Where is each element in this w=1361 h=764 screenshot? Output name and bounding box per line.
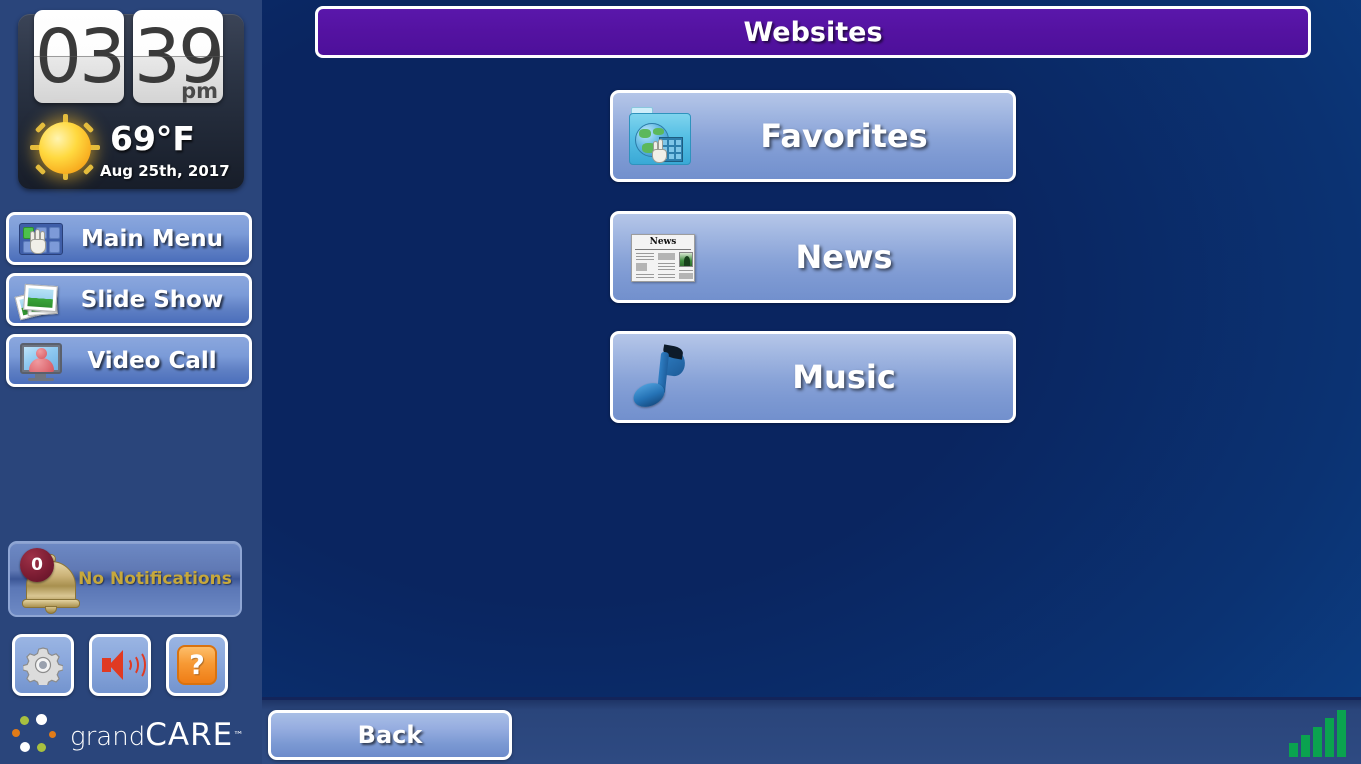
photos-icon: [14, 281, 67, 320]
news-button[interactable]: News News: [610, 211, 1016, 303]
clock-hours-card: 03: [34, 10, 124, 103]
settings-button[interactable]: [12, 634, 74, 696]
folder-globe-icon: [619, 101, 699, 171]
page-title-label: Websites: [743, 16, 883, 48]
sidebar-item-video-call[interactable]: Video Call: [6, 334, 252, 387]
temperature-reading: 69°F: [110, 119, 195, 158]
music-button[interactable]: Music: [610, 331, 1016, 423]
sidebar-item-slide-show[interactable]: Slide Show: [6, 273, 252, 326]
monitor-person-icon: [15, 342, 67, 381]
music-note-icon: [619, 342, 699, 412]
clock-minutes-card: 39 pm: [133, 10, 223, 103]
logo-trademark: ™: [233, 730, 244, 742]
grandcare-logo: grandCARE™: [12, 712, 243, 758]
sun-icon: [30, 114, 102, 180]
clock-hours: 03: [34, 13, 124, 100]
news-button-label: News: [795, 238, 893, 276]
music-button-label: Music: [792, 358, 896, 396]
clock-weather-widget[interactable]: 03 39 pm 69°F Aug 25th, 2017: [18, 10, 244, 189]
grandcare-tablet-screen: 03 39 pm 69°F Aug 25th, 2017 Main Menu S…: [0, 0, 1361, 764]
gear-icon: [23, 647, 63, 685]
favorites-button[interactable]: Favorites: [610, 90, 1016, 182]
logo-wordmark: grandCARE™: [70, 717, 243, 753]
question-mark-icon: ?: [177, 645, 217, 685]
volume-button[interactable]: [89, 634, 151, 696]
page-title: Websites: [315, 6, 1311, 58]
help-button[interactable]: ?: [166, 634, 228, 696]
clock-meridiem: pm: [181, 79, 218, 103]
notification-status-label: No Notifications: [78, 569, 232, 589]
sidebar: 03 39 pm 69°F Aug 25th, 2017 Main Menu S…: [0, 0, 262, 764]
notification-count-badge: 0: [20, 548, 54, 582]
logo-text-grand: grand: [70, 722, 146, 752]
main-content: Websites Favorites News News Music: [262, 0, 1361, 697]
sidebar-item-label: Slide Show: [80, 286, 224, 313]
logo-dots-icon: [12, 714, 64, 756]
back-button[interactable]: Back: [268, 710, 512, 760]
signal-bars-icon: [1289, 709, 1351, 757]
newspaper-masthead: News: [649, 237, 677, 247]
notifications-panel[interactable]: 0 No Notifications: [8, 541, 242, 617]
back-button-label: Back: [357, 721, 423, 749]
newspaper-icon: News: [619, 222, 699, 292]
sidebar-item-label: Video Call: [87, 347, 217, 374]
grid-pointer-icon: [15, 220, 67, 258]
footer-bar: Back: [262, 697, 1361, 764]
current-date: Aug 25th, 2017: [100, 162, 230, 180]
sidebar-item-label: Main Menu: [81, 225, 223, 252]
speaker-icon: [100, 647, 146, 683]
favorites-button-label: Favorites: [760, 117, 928, 155]
logo-text-care: CARE: [145, 717, 234, 753]
sidebar-item-main-menu[interactable]: Main Menu: [6, 212, 252, 265]
